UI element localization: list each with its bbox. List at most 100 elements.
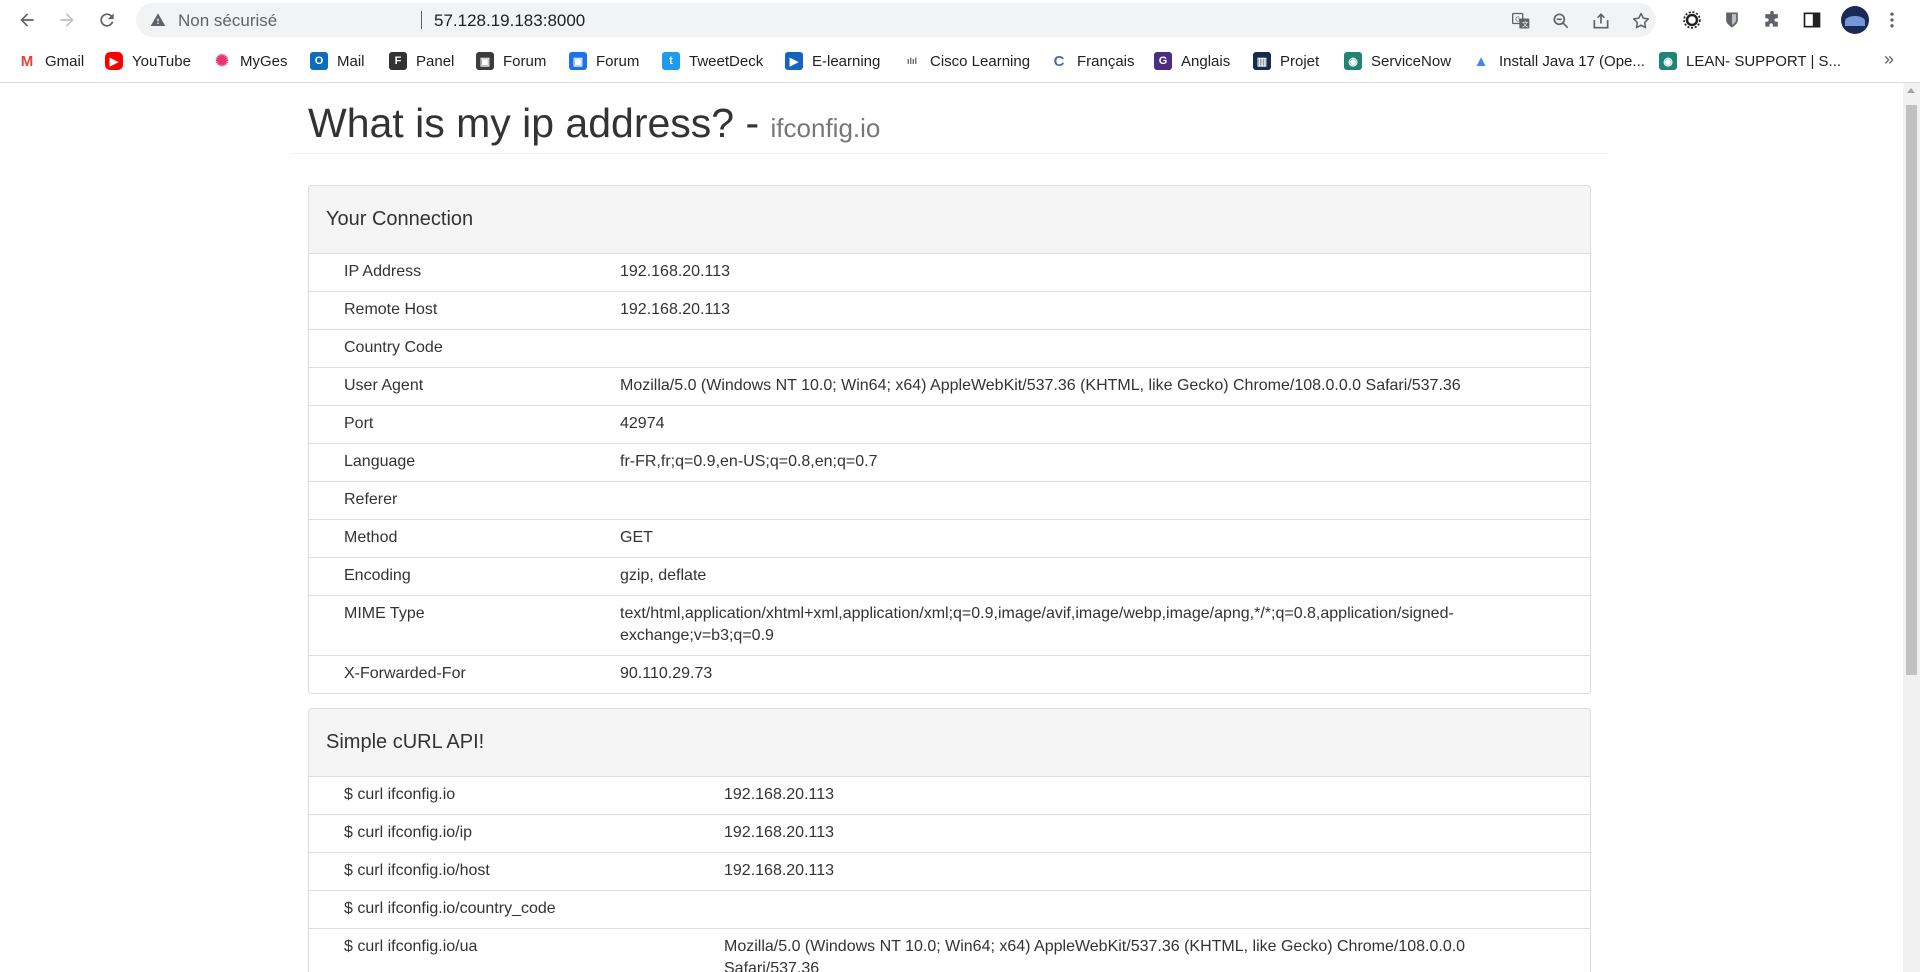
youtube-icon: ▶ <box>105 52 123 70</box>
more-bookmarks-chevron-icon[interactable]: » <box>1884 49 1894 70</box>
row-value: Mozilla/5.0 (Windows NT 10.0; Win64; x64… <box>620 377 1461 394</box>
menu-kebab-icon[interactable] <box>1880 8 1904 32</box>
curl-command: $ curl ifconfig.io <box>344 786 456 803</box>
bookmark-label: Forum <box>596 52 640 70</box>
connection-table: IP Address 192.168.20.113 Remote Host 192.… <box>309 254 1590 693</box>
sun-extension-icon[interactable] <box>1680 8 1704 32</box>
bookmark-label: Cisco Learning <box>930 52 1031 70</box>
forum-icon: ▣ <box>476 52 494 70</box>
translate-icon[interactable]: G文 <box>1510 10 1532 32</box>
curl-command: $ curl ifconfig.io/ua <box>344 938 478 955</box>
panel-icon: F <box>389 52 407 70</box>
row-key: MIME Type <box>344 605 425 622</box>
bookmark-label: Projet <box>1280 52 1320 70</box>
bookmark-elearning[interactable]: ▶ E-learning <box>785 51 880 71</box>
bookmark-myges[interactable]: ✺ MyGes <box>213 51 288 71</box>
table-row: Encoding gzip, deflate <box>309 557 1590 596</box>
row-key: Encoding <box>344 567 411 584</box>
curl-output: Mozilla/5.0 (Windows NT 10.0; Win64; x64… <box>724 938 1466 972</box>
row-value: fr-FR,fr;q=0.9,en-US;q=0.8,en;q=0.7 <box>620 453 878 470</box>
elearning-icon: ▶ <box>785 52 803 70</box>
bookmark-gmail[interactable]: M Gmail <box>18 51 84 71</box>
bookmark-install-java[interactable]: ▲ Install Java 17 (Ope... <box>1472 51 1645 71</box>
page-container: What is my ip address? - ifconfig.io You… <box>291 83 1608 972</box>
row-key: X-Forwarded-For <box>344 665 466 682</box>
bookmark-label: LEAN- SUPPORT | S... <box>1686 52 1842 70</box>
bookmark-label: ServiceNow <box>1371 52 1452 70</box>
browser-toolbar: Non sécurisé 57.128.19.183:8000 G文 <box>0 0 1920 40</box>
omnibox-separator <box>421 11 422 29</box>
table-row: $ curl ifconfig.io/ua Mozilla/5.0 (Window… <box>309 928 1590 972</box>
security-status[interactable]: Non sécurisé <box>178 11 277 31</box>
reload-icon <box>100 13 114 27</box>
bookmark-youtube[interactable]: ▶ YouTube <box>105 51 191 71</box>
forward-button[interactable] <box>53 6 81 34</box>
table-row: Country Code <box>309 329 1590 368</box>
warning-icon <box>150 13 166 26</box>
back-button[interactable] <box>13 6 41 34</box>
table-row: User Agent Mozilla/5.0 (Windows NT 10.0; … <box>309 367 1590 406</box>
bookmark-label: Gmail <box>45 52 85 70</box>
row-value: 42974 <box>620 415 665 432</box>
row-value: GET <box>620 529 653 546</box>
share-icon[interactable] <box>1590 10 1612 32</box>
bookmark-star-icon[interactable] <box>1630 10 1652 32</box>
curl-command: $ curl ifconfig.io/ip <box>344 824 473 841</box>
bookmarks-bar: M Gmail ▶ YouTube ✺ MyGes O Mail F Panel… <box>0 40 1920 83</box>
curl-panel: Simple cURL API! $ curl ifconfig.io 192.1… <box>308 708 1591 972</box>
trello-icon: ▥ <box>1253 52 1271 70</box>
java-icon: ▲ <box>1472 52 1490 70</box>
row-key: User Agent <box>344 377 424 394</box>
page-header: What is my ip address? - ifconfig.io <box>291 83 1608 154</box>
bookmark-servicenow[interactable]: ◉ ServiceNow <box>1344 51 1451 71</box>
reload-button[interactable] <box>93 6 121 34</box>
bookmark-forum-2[interactable]: ▣ Forum <box>569 51 639 71</box>
table-row: Port 42974 <box>309 405 1590 444</box>
row-value: 90.110.29.73 <box>620 665 713 682</box>
table-row: Method GET <box>309 519 1590 558</box>
row-key: Port <box>344 415 374 432</box>
twitter-icon: t <box>662 52 680 70</box>
connection-panel: Your Connection IP Address 192.168.20.113… <box>308 185 1591 694</box>
bookmark-forum-1[interactable]: ▣ Forum <box>476 51 546 71</box>
page-title-site: ifconfig.io <box>770 113 881 143</box>
extensions-puzzle-icon[interactable] <box>1760 8 1784 32</box>
row-value: 192.168.20.113 <box>620 263 731 280</box>
page-title-text: What is my ip address? - <box>308 100 771 146</box>
bookmark-label: Panel <box>416 52 455 70</box>
scroll-up-arrow-icon[interactable] <box>1907 88 1915 93</box>
bookmark-label: Install Java 17 (Ope... <box>1499 52 1645 70</box>
outlook-icon: O <box>310 52 328 70</box>
side-panel-icon[interactable] <box>1800 8 1824 32</box>
arrow-right-icon <box>60 13 74 27</box>
lean-support-icon: ◉ <box>1659 52 1677 70</box>
cisco-icon: ılıl <box>903 52 921 70</box>
profile-avatar[interactable] <box>1841 6 1869 34</box>
table-row: MIME Type text/html,application/xhtml+xml… <box>309 595 1590 656</box>
myges-icon: ✺ <box>213 52 231 70</box>
table-row: $ curl ifconfig.io 192.168.20.113 <box>309 777 1590 815</box>
table-row: Referer <box>309 481 1590 520</box>
bookmark-projet[interactable]: ▥ Projet <box>1253 51 1319 71</box>
bookmark-panel[interactable]: F Panel <box>389 51 454 71</box>
bookmark-anglais[interactable]: G Anglais <box>1154 51 1230 71</box>
scrollbar-thumb[interactable] <box>1906 105 1917 675</box>
page-scrollbar[interactable] <box>1903 83 1920 972</box>
anglais-icon: G <box>1154 52 1172 70</box>
bitwarden-icon[interactable] <box>1720 8 1744 32</box>
bookmark-mail[interactable]: O Mail <box>310 51 365 71</box>
francais-icon: C <box>1050 52 1068 70</box>
bookmark-tweetdeck[interactable]: t TweetDeck <box>662 51 763 71</box>
row-value <box>620 330 1590 367</box>
bookmark-cisco-learning[interactable]: ılıl Cisco Learning <box>903 51 1030 71</box>
bookmark-lean-support[interactable]: ◉ LEAN- SUPPORT | S... <box>1659 51 1841 71</box>
address-bar[interactable]: Non sécurisé 57.128.19.183:8000 G文 <box>136 3 1656 37</box>
table-row: X-Forwarded-For 90.110.29.73 <box>309 655 1590 693</box>
gmail-icon: M <box>18 52 36 70</box>
row-key: IP Address <box>344 263 422 280</box>
url-text[interactable]: 57.128.19.183:8000 <box>434 11 585 31</box>
bookmark-label: MyGes <box>240 52 288 70</box>
bookmark-francais[interactable]: C Français <box>1050 51 1135 71</box>
zoom-icon[interactable] <box>1550 10 1572 32</box>
bookmark-label: Forum <box>503 52 547 70</box>
